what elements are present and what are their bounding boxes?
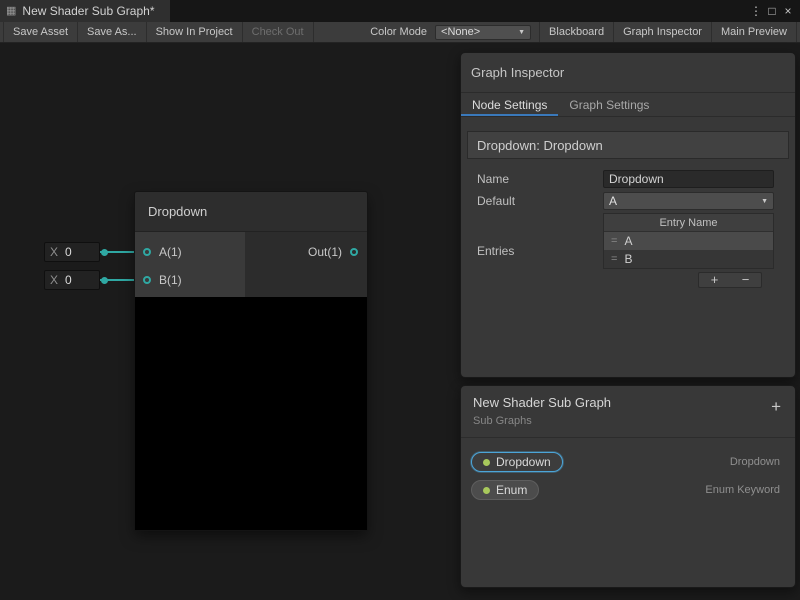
blackboard-panel: New Shader Sub Graph Sub Graphs + Dropdo… bbox=[460, 385, 796, 588]
entry-value: A bbox=[624, 234, 632, 248]
node-title-bar[interactable]: Dropdown bbox=[135, 192, 367, 232]
output-port[interactable] bbox=[350, 248, 358, 256]
entries-list-footer: + − bbox=[698, 272, 762, 288]
default-dropdown[interactable]: A ▼ bbox=[603, 192, 774, 210]
inspector-content: Dropdown: Dropdown Name Dropdown Default… bbox=[461, 117, 795, 294]
property-pill-label: Enum bbox=[496, 483, 527, 497]
input-port-row-a: A(1) bbox=[143, 244, 245, 260]
blackboard-header: New Shader Sub Graph Sub Graphs + bbox=[461, 386, 795, 438]
node-input-section: A(1) B(1) bbox=[135, 232, 245, 297]
node-title: Dropdown bbox=[148, 204, 207, 219]
window-tab[interactable]: ▦ New Shader Sub Graph* bbox=[0, 0, 170, 22]
color-mode-value: <None> bbox=[441, 26, 480, 38]
property-type-label: Enum Keyword bbox=[705, 484, 780, 496]
input-port-a[interactable] bbox=[143, 248, 151, 256]
drag-handle-icon[interactable]: = bbox=[611, 253, 617, 265]
blackboard-item-dropdown: Dropdown Dropdown bbox=[461, 448, 795, 476]
port-input-value[interactable]: 0 bbox=[63, 245, 99, 259]
entry-row-b[interactable]: = B bbox=[604, 250, 773, 268]
node-output-section: Out(1) bbox=[245, 232, 367, 297]
property-type-dot bbox=[483, 459, 490, 466]
more-icon[interactable]: ⋮ bbox=[748, 0, 764, 22]
title-bar: ▦ New Shader Sub Graph* ⋮ □ × bbox=[0, 0, 800, 22]
wire-connector-dot bbox=[101, 277, 108, 284]
blackboard-toggle-button[interactable]: Blackboard bbox=[539, 22, 614, 42]
graph-inspector-panel: Graph Inspector Node Settings Graph Sett… bbox=[460, 52, 796, 378]
tab-node-settings[interactable]: Node Settings bbox=[461, 93, 558, 116]
drag-handle-icon[interactable]: = bbox=[611, 235, 617, 247]
add-property-button[interactable]: + bbox=[771, 398, 781, 415]
tab-title: New Shader Sub Graph* bbox=[22, 4, 154, 18]
name-label: Name bbox=[477, 172, 603, 186]
input-port-a-label: A(1) bbox=[159, 245, 182, 259]
entry-value: B bbox=[624, 252, 632, 266]
name-field-row: Name Dropdown bbox=[477, 169, 774, 189]
chevron-down-icon: ▼ bbox=[518, 29, 525, 36]
save-asset-button[interactable]: Save Asset bbox=[3, 22, 78, 42]
entry-row-a[interactable]: = A bbox=[604, 232, 773, 250]
color-mode-label: Color Mode bbox=[362, 22, 435, 42]
maximize-icon[interactable]: □ bbox=[764, 0, 780, 22]
entries-list-container: Entry Name = A = B + − bbox=[603, 213, 774, 288]
output-port-row: Out(1) bbox=[308, 244, 358, 260]
name-input[interactable]: Dropdown bbox=[603, 170, 774, 188]
node-body: A(1) B(1) Out(1) bbox=[135, 232, 367, 297]
chevron-down-icon: ▼ bbox=[761, 198, 768, 205]
default-dropdown-value: A bbox=[609, 194, 617, 208]
input-port-b-label: B(1) bbox=[159, 273, 182, 287]
input-port-b[interactable] bbox=[143, 276, 151, 284]
blackboard-item-enum: Enum Enum Keyword bbox=[461, 476, 795, 504]
color-mode-dropdown[interactable]: <None> ▼ bbox=[435, 25, 531, 40]
inspector-tab-bar: Node Settings Graph Settings bbox=[461, 93, 795, 117]
property-type-label: Dropdown bbox=[730, 456, 780, 468]
entries-label: Entries bbox=[477, 244, 603, 258]
property-type-dot bbox=[483, 487, 490, 494]
tab-graph-settings[interactable]: Graph Settings bbox=[558, 93, 660, 116]
blackboard-title: New Shader Sub Graph bbox=[473, 395, 783, 410]
graph-inspector-header: Graph Inspector bbox=[461, 53, 795, 93]
property-pill-label: Dropdown bbox=[496, 455, 551, 469]
check-out-button: Check Out bbox=[243, 22, 314, 42]
axis-label: X bbox=[45, 245, 63, 259]
blackboard-subtitle: Sub Graphs bbox=[473, 415, 783, 427]
axis-label: X bbox=[45, 273, 63, 287]
entries-list-header: Entry Name bbox=[604, 214, 773, 232]
default-field-row: Default A ▼ bbox=[477, 191, 774, 211]
node-settings-section-title: Dropdown: Dropdown bbox=[467, 131, 789, 159]
property-pill-dropdown[interactable]: Dropdown bbox=[471, 452, 563, 472]
close-icon[interactable]: × bbox=[780, 0, 796, 22]
show-in-project-button[interactable]: Show In Project bbox=[147, 22, 243, 42]
port-input-x-b[interactable]: X 0 bbox=[44, 270, 100, 290]
property-pill-enum[interactable]: Enum bbox=[471, 480, 539, 500]
node-preview bbox=[135, 297, 367, 530]
node-dropdown[interactable]: Dropdown A(1) B(1) Out(1) bbox=[135, 192, 367, 530]
input-port-row-b: B(1) bbox=[143, 272, 245, 288]
shader-graph-icon: ▦ bbox=[6, 6, 16, 17]
output-port-label: Out(1) bbox=[308, 245, 342, 259]
port-input-value[interactable]: 0 bbox=[63, 273, 99, 287]
entries-list: Entry Name = A = B bbox=[603, 213, 774, 269]
graph-inspector-title: Graph Inspector bbox=[471, 65, 564, 80]
entries-field-row: Entries Entry Name = A = B + − bbox=[477, 213, 774, 288]
window-controls: ⋮ □ × bbox=[748, 0, 800, 22]
port-input-x-a[interactable]: X 0 bbox=[44, 242, 100, 262]
toolbar-spacer bbox=[314, 22, 363, 42]
blackboard-rows: Dropdown Dropdown Enum Enum Keyword bbox=[461, 438, 795, 504]
remove-entry-button[interactable]: − bbox=[730, 273, 761, 287]
toolbar: Save Asset Save As... Show In Project Ch… bbox=[0, 22, 800, 43]
save-as-button[interactable]: Save As... bbox=[78, 22, 147, 42]
graph-inspector-toggle-button[interactable]: Graph Inspector bbox=[614, 22, 712, 42]
default-label: Default bbox=[477, 194, 603, 208]
wire-connector-dot bbox=[101, 249, 108, 256]
main-preview-toggle-button[interactable]: Main Preview bbox=[712, 22, 797, 42]
add-entry-button[interactable]: + bbox=[699, 273, 730, 287]
